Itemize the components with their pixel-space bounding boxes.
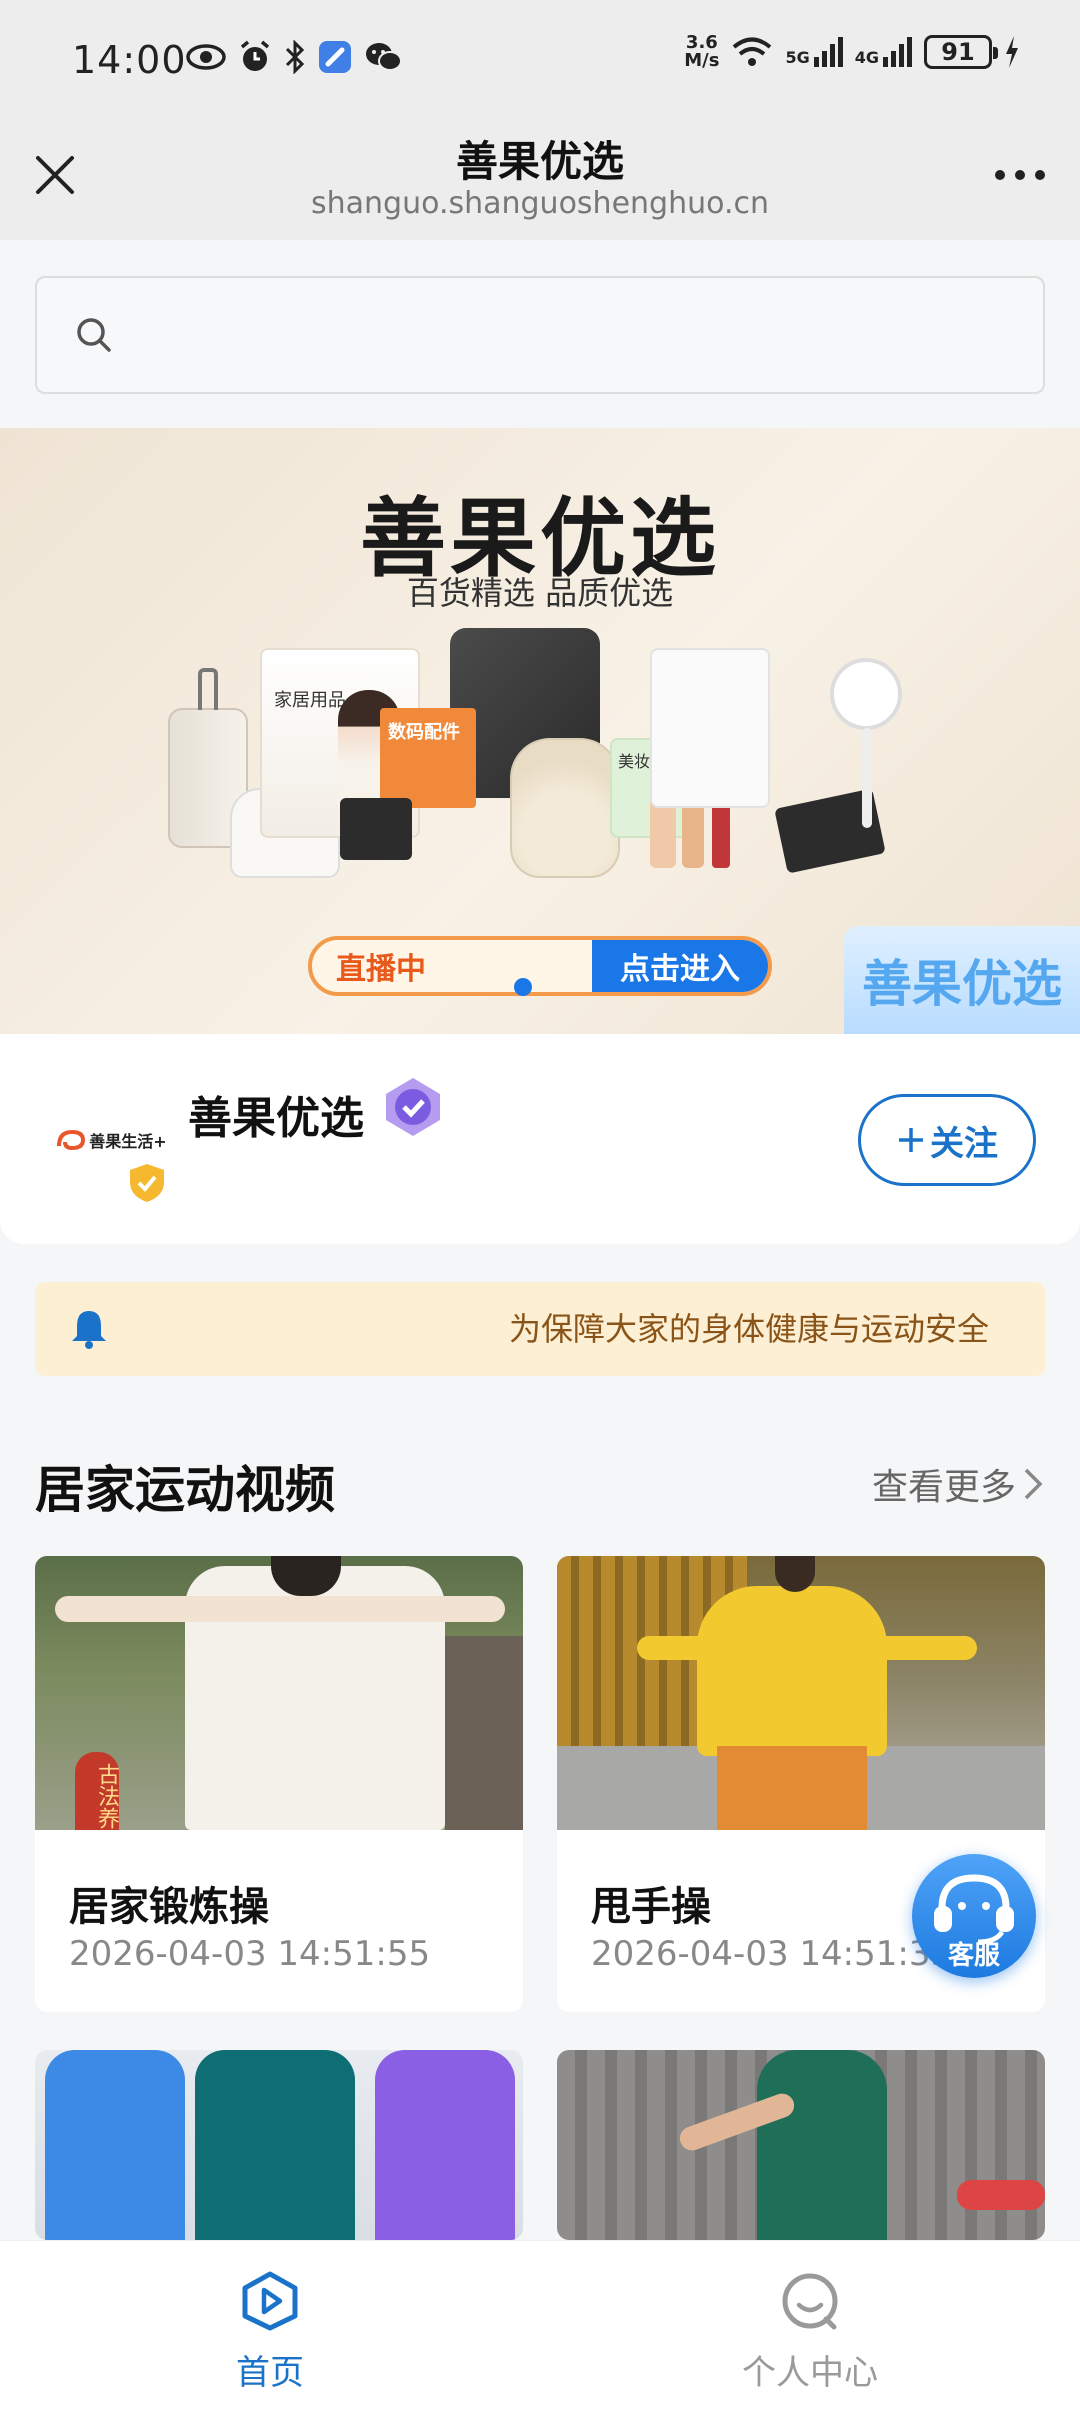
view-more-link[interactable]: 查看更多: [872, 1458, 1044, 1510]
desk-fan-image: [830, 658, 902, 730]
video-thumbnail: [557, 2050, 1045, 2240]
promo-banner[interactable]: 善果优选 百货精选 品质优选 家居用品 数码配件 美妆护护: [0, 428, 1080, 1034]
shop-info: 善果生活+ 善果优选 关注: [0, 1034, 1080, 1244]
status-right-icons: 3.6 M/s 5G 4G 91: [684, 34, 1020, 70]
video-card[interactable]: [557, 2050, 1045, 2240]
section-title: 居家运动视频: [35, 1461, 335, 1519]
verified-badge-icon: [386, 1078, 440, 1136]
nav-profile[interactable]: 个人中心: [660, 2271, 960, 2394]
network-speed: 3.6 M/s: [684, 32, 720, 71]
view-more-label: 查看更多: [871, 1467, 1016, 1508]
bell-icon: [72, 1311, 106, 1349]
hair-dryer-box: [650, 648, 770, 808]
wechat-icon: [366, 43, 402, 71]
digital-accessory-box: 数码配件: [380, 708, 476, 808]
status-left-icons: [186, 40, 402, 74]
wifi-icon: [733, 37, 772, 66]
page-url: shanguo.shanguoshenghuo.cn: [311, 186, 769, 221]
shop-logo-mark: [57, 1129, 86, 1151]
signal-bars-icon: [813, 37, 843, 67]
nav-home[interactable]: 首页: [120, 2271, 420, 2394]
video-thumbnail: 古法养: [35, 1556, 523, 1830]
video-thumbnail: [557, 1556, 1045, 1830]
banner-brand-badge: 善果优选: [844, 926, 1080, 1034]
browser-header: 14:00 3.6 M/s 5G 4G 91 善果优选 shanguo.shan…: [0, 0, 1080, 240]
battery-indicator: 91: [924, 35, 998, 69]
bluetooth-icon: [285, 40, 305, 74]
video-title: 居家锻炼操: [69, 1884, 269, 1930]
video-tag: 古法养: [75, 1752, 119, 1830]
plus-icon: [899, 1128, 923, 1152]
video-title: 甩手操: [591, 1884, 711, 1930]
enter-live-button[interactable]: 点击进入: [592, 940, 768, 992]
home-play-icon: [242, 2271, 298, 2331]
nav-profile-label: 个人中心: [742, 2353, 878, 2393]
video-card[interactable]: 古法养 居家锻炼操 2026-04-03 14:51:55: [35, 1556, 523, 2012]
verified-shield-icon: [130, 1164, 164, 1202]
video-thumbnail: [35, 2050, 523, 2240]
kettle-image: [510, 738, 620, 878]
search-area: [0, 240, 1080, 428]
chevron-right-icon: [1024, 1468, 1043, 1500]
more-icon: [995, 170, 1045, 180]
app-icon: [319, 41, 351, 73]
shop-name: 善果优选: [188, 1093, 364, 1144]
desk-fan-stand: [862, 728, 872, 828]
live-label: 直播中: [336, 952, 426, 987]
video-date: 2026-04-03 14:51:55: [69, 1934, 431, 1974]
suitcase-handle: [198, 668, 218, 710]
signal-bars-icon: [883, 37, 912, 67]
video-card[interactable]: [35, 2050, 523, 2240]
customer-service-button[interactable]: 客服: [912, 1854, 1036, 1978]
signal-4g: 4G: [855, 37, 912, 67]
follow-label: 关注: [930, 1123, 998, 1164]
video-date: 2026-04-03 14:51:33: [591, 1934, 953, 1974]
more-menu-button[interactable]: [990, 150, 1050, 200]
customer-service-label: 客服: [947, 1941, 1000, 1971]
search-box[interactable]: [35, 276, 1045, 394]
profile-smile-icon: [782, 2273, 838, 2330]
live-entry-pill[interactable]: 直播中 点击进入: [308, 936, 772, 996]
status-bar: 14:00 3.6 M/s 5G 4G 91: [0, 0, 1080, 125]
page-title: 善果优选: [455, 137, 624, 186]
status-time: 14:00: [72, 38, 187, 82]
alarm-icon: [240, 40, 270, 71]
eyeshadow-palette-image: [340, 798, 412, 860]
carousel-indicator: [514, 978, 532, 996]
search-input[interactable]: [133, 315, 1033, 355]
charging-icon: [1006, 36, 1018, 68]
eye-icon: [186, 44, 226, 70]
follow-button[interactable]: 关注: [858, 1094, 1036, 1186]
signal-5g: 5G: [785, 37, 843, 67]
banner-subtitle: 百货精选 品质优选: [406, 574, 674, 612]
nav-home-label: 首页: [236, 2353, 304, 2393]
notice-text: 为保障大家的身体健康与运动安全: [509, 1310, 990, 1348]
banner-products-illustration: 家居用品 数码配件 美妆护护: [150, 628, 930, 928]
notice-bar[interactable]: 为保障大家的身体健康与运动安全: [35, 1282, 1045, 1376]
shop-logo-text: 善果生活+: [89, 1132, 167, 1151]
bottom-navigation: 首页 个人中心: [0, 2240, 1080, 2412]
product-label: 数码配件: [388, 722, 460, 743]
search-icon: [77, 318, 111, 352]
